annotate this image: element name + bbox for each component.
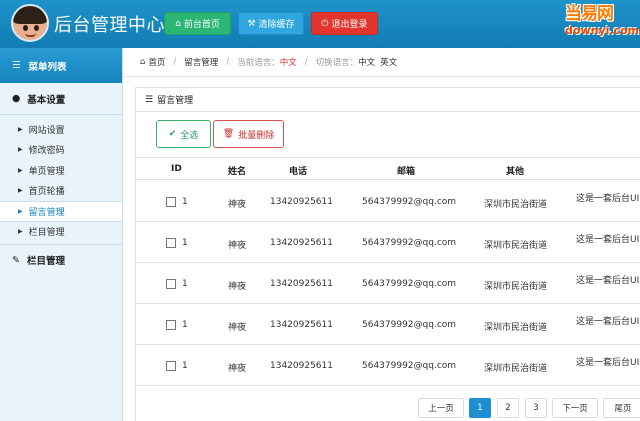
cell-content: 这是一套后台UI: [576, 194, 640, 204]
cell-phone: 13420925611: [270, 197, 333, 207]
sidebar-header: ☰ 菜单列表: [0, 48, 122, 83]
cell-other: 深圳市民治街道: [484, 323, 548, 333]
frontend-home-button[interactable]: ⌂ 前台首页: [164, 12, 231, 35]
sidebar-item-message-management[interactable]: ▶ 留言管理: [0, 201, 122, 222]
table-row: 1 神夜 13420925611 564379992@qq.com 深圳市民治街道 这是一…: [136, 345, 640, 386]
panel-title: 留言管理: [157, 96, 194, 106]
cell-phone: 13420925611: [270, 238, 333, 248]
sidebar-item-home-carousel[interactable]: ▶ 首页轮播: [0, 181, 122, 202]
app-title: 后台管理中心: [54, 15, 165, 36]
sidebar-group-column-management[interactable]: ✎ 栏目管理: [0, 245, 122, 275]
column-header-name: 姓名: [228, 167, 247, 177]
list-icon: ☰: [145, 94, 154, 105]
cell-name: 神夜: [228, 323, 247, 333]
cell-id: 1: [182, 197, 188, 207]
cell-phone: 13420925611: [270, 361, 333, 371]
table-header: ID 姓名 电话 邮箱 其他: [136, 157, 640, 180]
cell-email: 564379992@qq.com: [362, 279, 457, 289]
cell-id: 1: [182, 238, 188, 248]
sidebar-title: 菜单列表: [28, 61, 67, 73]
table-row: 1 神夜 13420925611 564379992@qq.com 深圳市民治街道 这是一…: [136, 304, 640, 345]
cell-email: 564379992@qq.com: [362, 197, 457, 207]
home-icon: ⌂: [140, 57, 146, 67]
cell-name: 神夜: [228, 282, 247, 292]
avatar: [11, 4, 49, 42]
lang-link-english[interactable]: 英文: [380, 56, 397, 68]
message-panel: ☰ 留言管理 ✔ 全选 🗑 批量删除 ID 姓名 电话 邮箱 其他 1 神夜 134…: [135, 87, 640, 421]
caret-right-icon: ▶: [18, 166, 23, 174]
list-icon: ☰: [12, 60, 21, 71]
cell-phone: 13420925611: [270, 279, 333, 289]
sidebar-item-page-management[interactable]: ▶ 单页管理: [0, 160, 122, 181]
user-icon: ●: [12, 93, 21, 104]
row-checkbox[interactable]: [166, 197, 176, 207]
cell-name: 神夜: [228, 200, 247, 210]
page-button-3[interactable]: 3: [525, 398, 547, 418]
next-page-button[interactable]: 下一页: [552, 398, 598, 418]
column-header-phone: 电话: [289, 167, 308, 177]
switch-language-label: 切换语言：: [315, 58, 359, 68]
caret-right-icon: ▶: [18, 187, 23, 195]
logout-button[interactable]: ⏻ 退出登录: [311, 12, 378, 35]
row-checkbox[interactable]: [166, 238, 176, 248]
column-header-id: ID: [171, 164, 182, 174]
cell-phone: 13420925611: [270, 320, 333, 330]
check-icon: ✔: [168, 129, 177, 139]
cell-id: 1: [182, 279, 188, 289]
cell-email: 564379992@qq.com: [362, 320, 457, 330]
caret-right-icon: ▶: [18, 125, 23, 133]
column-header-other: 其他: [506, 167, 525, 177]
trash-icon: 🗑: [222, 129, 235, 139]
select-all-button[interactable]: ✔ 全选: [156, 120, 211, 148]
caret-right-icon: ▶: [18, 146, 23, 154]
cell-content: 这是一套后台UI: [576, 276, 640, 286]
breadcrumb-current: 留言管理: [184, 58, 219, 68]
caret-right-icon: ▶: [18, 228, 23, 236]
cell-name: 神夜: [228, 364, 247, 374]
top-header: 后台管理中心 ⌂ 前台首页 ⚒ 清除缓存 ⏻ 退出登录 当易网 downyi.c…: [0, 0, 640, 48]
caret-right-icon: ▶: [18, 207, 23, 215]
row-checkbox[interactable]: [166, 320, 176, 330]
cell-id: 1: [182, 320, 188, 330]
last-page-button[interactable]: 尾页: [603, 398, 640, 418]
panel-header: ☰ 留言管理: [136, 88, 640, 112]
table-row: 1 神夜 13420925611 564379992@qq.com 深圳市民治街道 这是一…: [136, 222, 640, 263]
cell-other: 深圳市民治街道: [484, 282, 548, 292]
row-checkbox[interactable]: [166, 279, 176, 289]
cell-email: 564379992@qq.com: [362, 238, 457, 248]
cell-content: 这是一套后台UI: [576, 358, 640, 368]
prev-page-button[interactable]: 上一页: [418, 398, 464, 418]
wrench-icon: ⚒: [247, 18, 256, 29]
brand-logo: 当易网 downyi.com: [565, 4, 640, 37]
power-icon: ⏻: [321, 18, 329, 29]
table-row: 1 神夜 13420925611 564379992@qq.com 深圳市民治街道 这是一…: [136, 263, 640, 304]
page-button-2[interactable]: 2: [497, 398, 519, 418]
sidebar-item-site-settings[interactable]: ▶ 网站设置: [0, 119, 122, 140]
cell-email: 564379992@qq.com: [362, 361, 457, 371]
clear-cache-button[interactable]: ⚒ 清除缓存: [238, 12, 304, 35]
sidebar-item-change-password[interactable]: ▶ 修改密码: [0, 140, 122, 161]
cell-name: 神夜: [228, 241, 247, 251]
lang-link-chinese[interactable]: 中文: [358, 56, 375, 68]
cell-content: 这是一套后台UI: [576, 235, 640, 245]
cell-other: 深圳市民治街道: [484, 241, 548, 251]
row-checkbox[interactable]: [166, 361, 176, 371]
sidebar-group-basic-settings[interactable]: ● 基本设置: [0, 83, 122, 115]
home-icon: ⌂: [175, 18, 181, 29]
column-header-email: 邮箱: [397, 167, 416, 177]
current-language-label: 当前语言：: [237, 58, 280, 68]
cell-other: 深圳市民治街道: [484, 364, 548, 374]
cell-other: 深圳市民治街道: [484, 200, 548, 210]
page-button-1[interactable]: 1: [469, 398, 491, 418]
breadcrumb-home-link[interactable]: 首页: [148, 56, 165, 68]
edit-icon: ✎: [12, 254, 20, 266]
current-language-value: 中文: [279, 58, 297, 68]
sidebar: ☰ 菜单列表 ● 基本设置 ▶ 网站设置 ▶ 修改密码 ▶ 单页管理 ▶ 首页轮…: [0, 48, 123, 421]
sidebar-item-column-management[interactable]: ▶ 栏目管理: [0, 222, 122, 243]
breadcrumb: ⌂ 首页 / 留言管理 / 当前语言： 中文 / 切换语言： 中文 英文: [124, 48, 640, 77]
bulk-delete-button[interactable]: 🗑 批量删除: [213, 120, 284, 148]
cell-id: 1: [182, 361, 188, 371]
table-row: 1 神夜 13420925611 564379992@qq.com 深圳市民治街道 这是一…: [136, 181, 640, 222]
cell-content: 这是一套后台UI: [576, 317, 640, 327]
